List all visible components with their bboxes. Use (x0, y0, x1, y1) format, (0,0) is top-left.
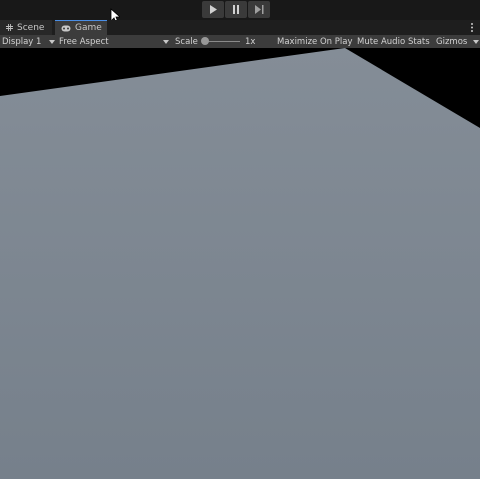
mute-audio-toggle[interactable]: Mute Audio (357, 35, 405, 48)
step-button[interactable] (248, 1, 270, 18)
scale-slider-handle[interactable] (201, 37, 209, 45)
tab-scene-label: Scene (17, 22, 45, 33)
tab-game-label: Game (75, 23, 102, 33)
tab-game[interactable]: Game (55, 20, 107, 35)
unity-editor: Scene Game Display 1 Free Aspect Scale 1… (0, 0, 480, 479)
chevron-down-icon (162, 39, 169, 44)
grid-icon (6, 24, 13, 31)
game-viewport[interactable] (0, 48, 480, 479)
play-button[interactable] (202, 1, 224, 18)
maximize-on-play-toggle[interactable]: Maximize On Play (277, 35, 352, 48)
scale-value: 1x (245, 36, 256, 47)
game-view-toolbar: Display 1 Free Aspect Scale 1x Maximize … (0, 35, 480, 48)
play-icon (210, 5, 217, 14)
scale-label: Scale (175, 36, 198, 47)
gizmos-dropdown[interactable]: Gizmos (436, 35, 480, 48)
play-toolbar (0, 0, 480, 24)
tab-scene[interactable]: Scene (0, 20, 52, 35)
stats-toggle[interactable]: Stats (408, 35, 430, 48)
gamepad-icon (61, 25, 71, 32)
chevron-down-icon (473, 39, 480, 44)
aspect-label: Free Aspect (59, 36, 109, 47)
display-label: Display 1 (2, 36, 42, 47)
gizmos-label: Gizmos (436, 36, 468, 47)
more-options-icon[interactable] (470, 22, 474, 33)
chevron-down-icon (49, 39, 56, 44)
pause-icon (233, 5, 239, 14)
display-dropdown[interactable]: Display 1 (2, 35, 56, 48)
window-tab-bar: Scene Game (0, 20, 480, 35)
step-icon (255, 5, 264, 14)
scale-slider-track[interactable] (206, 41, 240, 42)
ground-plane (0, 48, 480, 479)
play-controls (202, 1, 271, 18)
aspect-dropdown[interactable]: Free Aspect (59, 35, 169, 48)
pause-button[interactable] (225, 1, 247, 18)
